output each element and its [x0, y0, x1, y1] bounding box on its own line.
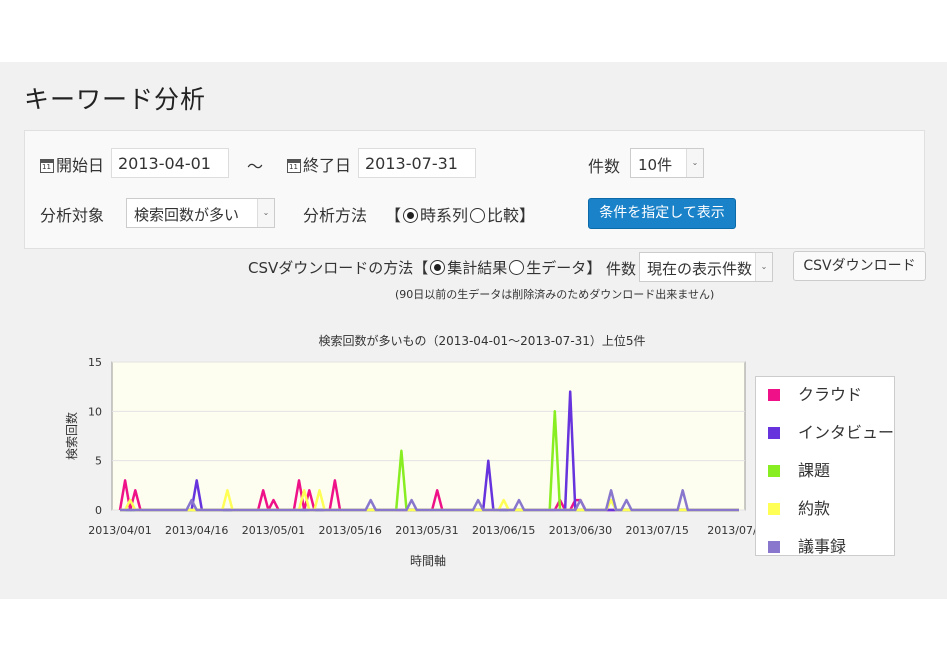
csv-download-button[interactable]: CSVダウンロード [793, 251, 926, 281]
x-axis-label: 時間軸 [410, 554, 446, 568]
y-tick-label: 0 [95, 504, 102, 517]
legend-label: 課題 [798, 461, 831, 480]
end-date-label: 11 終了日 [287, 156, 352, 175]
y-axis-label: 検索回数 [64, 412, 79, 460]
legend-item: 議事録 [768, 533, 846, 557]
csv-count-select[interactable]: 現在の表示件数 ⌄ [639, 252, 773, 282]
radio-csv-aggregate[interactable] [430, 260, 446, 275]
y-tick-label: 10 [88, 405, 102, 418]
end-date-input[interactable] [358, 148, 476, 178]
csv-count-label: 件数 [606, 260, 637, 278]
legend-swatch [768, 541, 780, 553]
analysis-method-label: 分析方法 [303, 206, 368, 225]
analysis-method-options: 【時系列 比較】 [385, 206, 536, 225]
radio-csv-raw-label[interactable]: 生データ [526, 259, 586, 277]
page-title: キーワード分析 [24, 85, 207, 114]
x-tick-label: 2013/06/30 [549, 524, 612, 537]
legend-item: 課題 [768, 457, 830, 481]
start-date-input[interactable] [111, 148, 229, 178]
x-tick-label: 2013/07/15 [625, 524, 688, 537]
x-tick-label: 2013/06/15 [472, 524, 535, 537]
radio-time-series-label[interactable]: 時系列 [420, 206, 468, 225]
x-tick-label: 2013/05/16 [319, 524, 382, 537]
chart-legend: クラウドインタビュー 課題約款議事録 [755, 376, 895, 556]
legend-label: インタビュー [798, 423, 895, 442]
legend-item: クラウド [768, 381, 862, 405]
radio-comparison-label[interactable]: 比較 [487, 206, 519, 225]
radio-time-series[interactable] [403, 208, 419, 223]
start-date-label: 11 開始日 [40, 156, 105, 175]
chevron-down-icon: ⌄ [686, 149, 703, 177]
analysis-target-value: 検索回数が多い [134, 206, 240, 224]
count-select-value: 10件 [638, 156, 673, 174]
x-tick-label: 2013/05/31 [395, 524, 458, 537]
analysis-target-label: 分析対象 [40, 206, 105, 225]
legend-item: インタビュー [768, 419, 894, 443]
csv-method-row: CSVダウンロードの方法【 集計結果 生データ】 [248, 259, 602, 277]
y-tick-label: 5 [95, 455, 102, 468]
x-tick-label: 2013/04/01 [88, 524, 151, 537]
legend-swatch [768, 389, 780, 401]
analysis-target-select[interactable]: 検索回数が多い ⌄ [126, 198, 275, 228]
legend-label: 議事録 [798, 537, 847, 556]
chart-title: 検索回数が多いもの（2013-04-01〜2013-07-31）上位5件 [318, 333, 645, 348]
chevron-down-icon: ⌄ [257, 199, 274, 227]
legend-swatch [768, 465, 780, 477]
legend-label: 約款 [798, 499, 831, 518]
calendar-icon: 11 [40, 159, 54, 173]
csv-note: (90日以前の生データは削除済みのためダウンロード出来ません) [395, 288, 715, 301]
count-select[interactable]: 10件 ⌄ [630, 148, 704, 178]
x-tick-label: 2013/05/01 [242, 524, 305, 537]
legend-swatch [768, 503, 780, 515]
count-label: 件数 [588, 157, 621, 176]
legend-item: 約款 [768, 495, 830, 519]
plot-area [111, 361, 746, 511]
radio-comparison[interactable] [470, 208, 486, 223]
legend-swatch [768, 427, 780, 439]
csv-method-label: CSVダウンロードの方法 [248, 259, 414, 277]
y-tick-label: 15 [88, 356, 102, 369]
chevron-down-icon: ⌄ [755, 253, 772, 281]
date-range-tilde: 〜 [247, 157, 264, 176]
x-tick-label: 2013/04/16 [165, 524, 228, 537]
csv-count-value: 現在の表示件数 [647, 260, 753, 278]
submit-conditions-button[interactable]: 条件を指定して表示 [588, 198, 736, 229]
radio-csv-raw[interactable] [509, 260, 525, 275]
calendar-icon: 11 [287, 159, 301, 173]
legend-label: クラウド [798, 385, 863, 404]
radio-csv-aggregate-label[interactable]: 集計結果 [447, 259, 507, 277]
